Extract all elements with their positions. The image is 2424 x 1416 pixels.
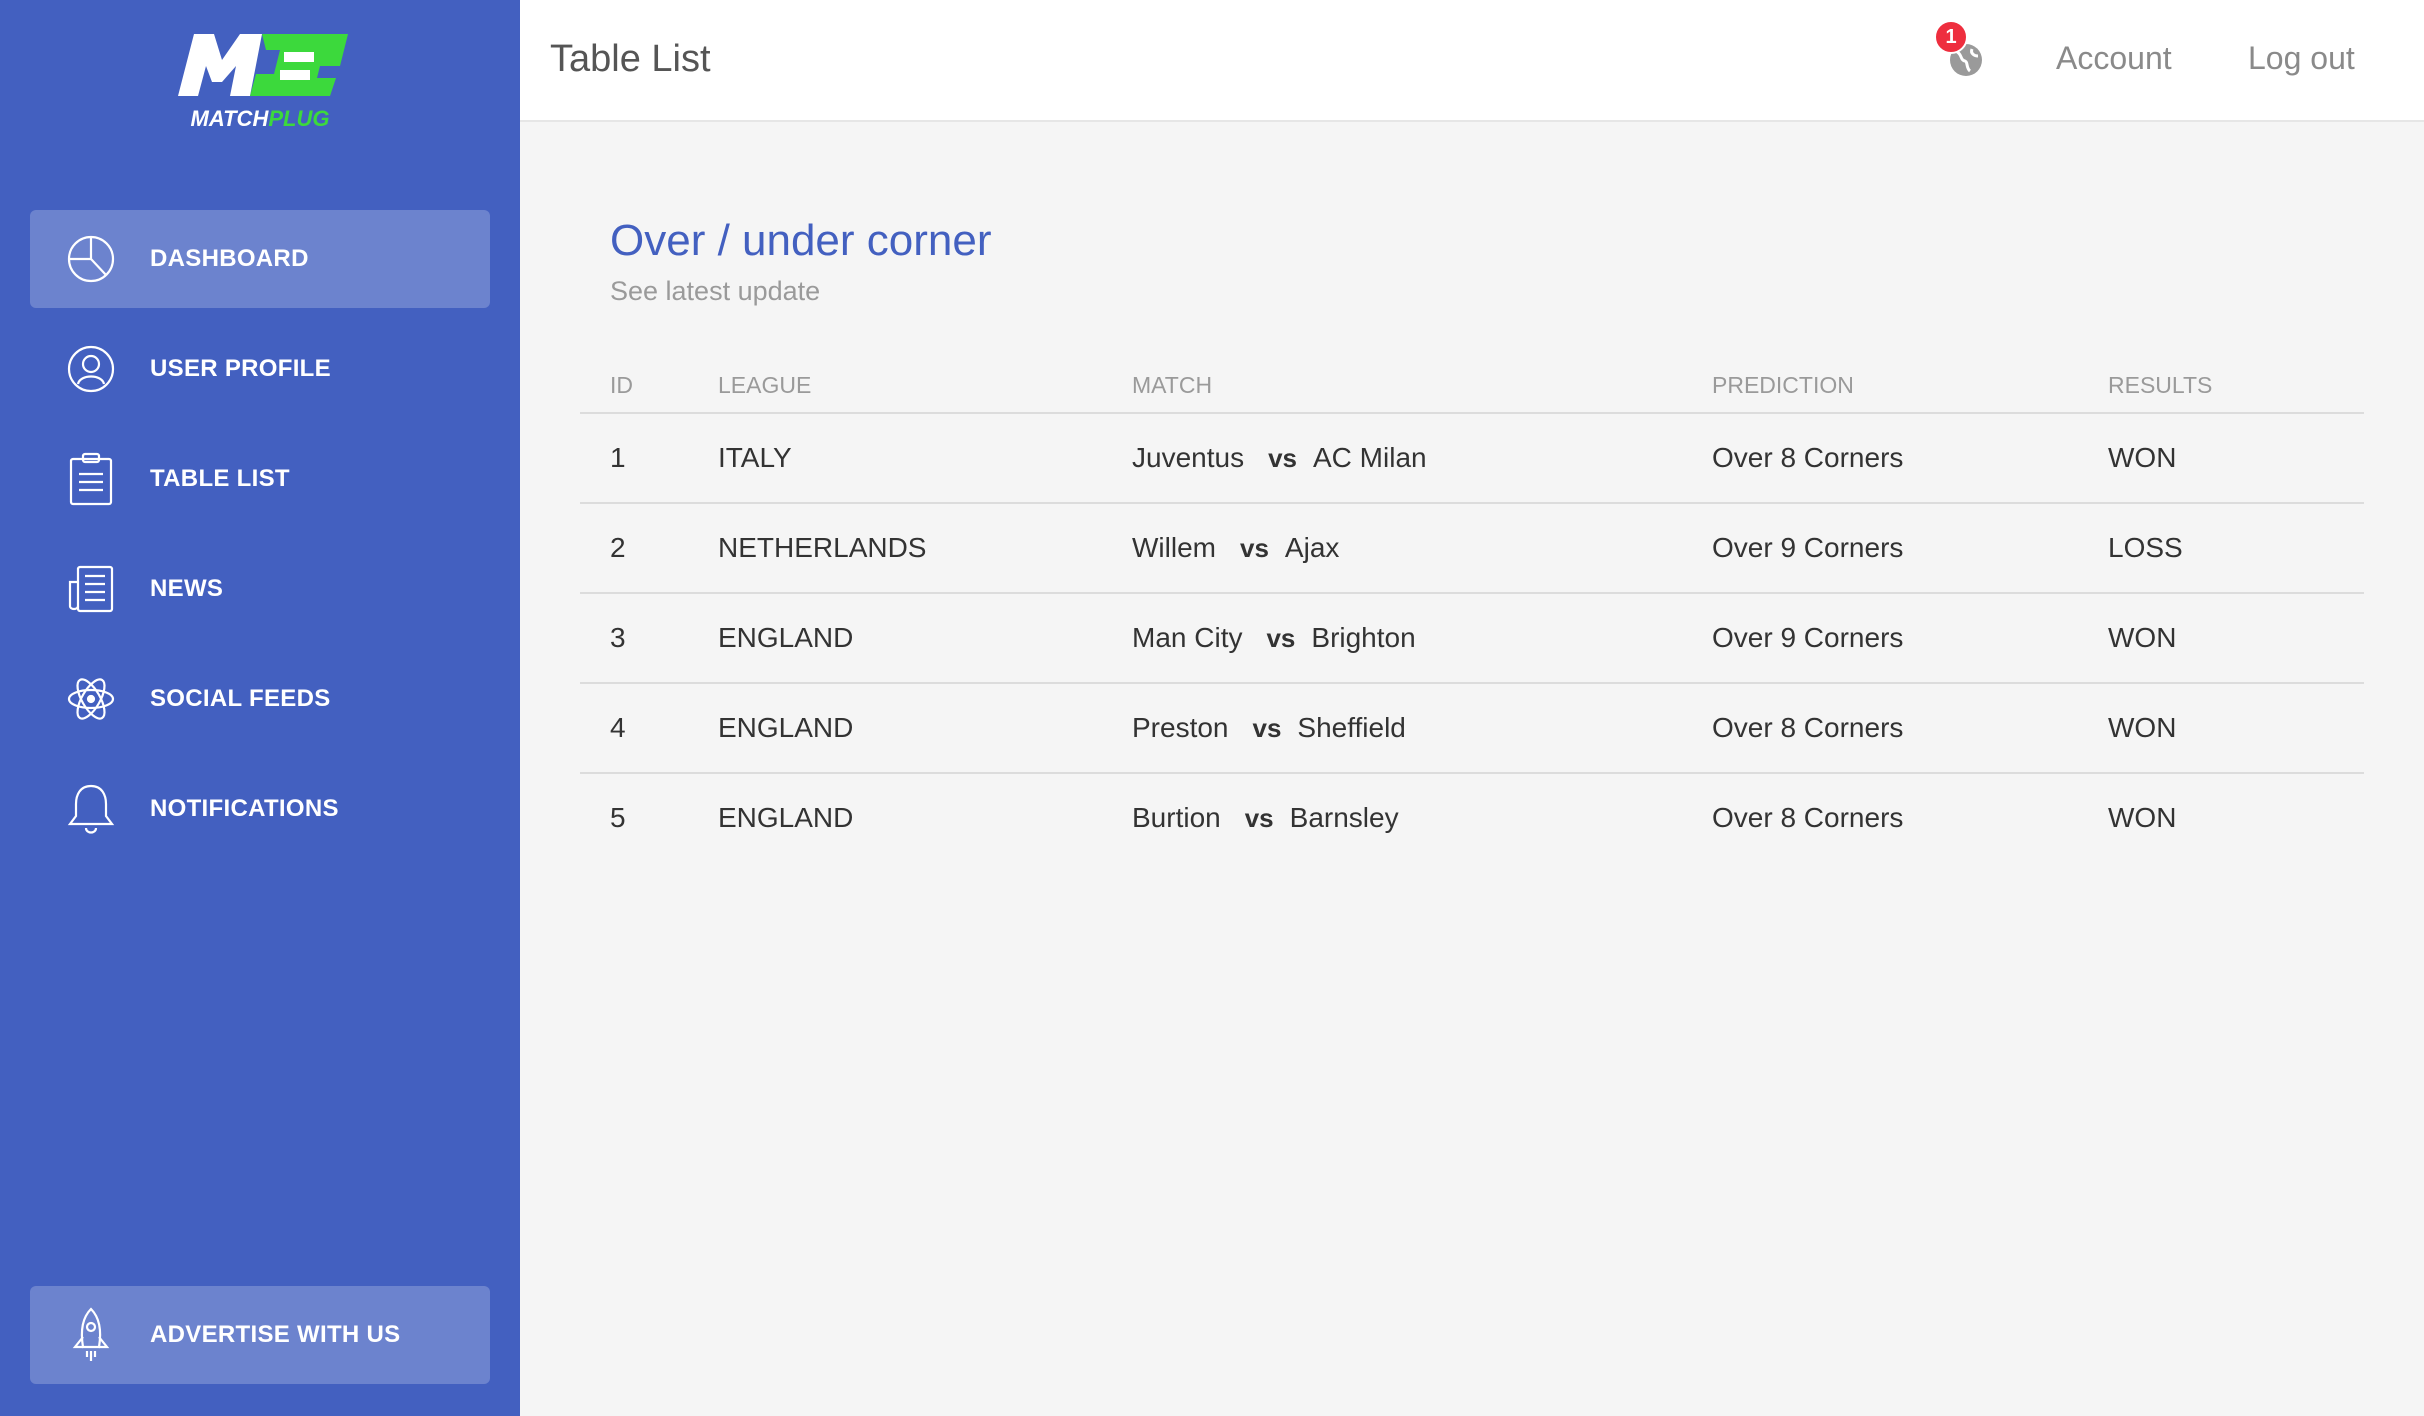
cell-id: 3 <box>610 622 626 653</box>
home-team: Juventus <box>1132 442 1245 473</box>
sidebar-item-label: DASHBOARD <box>150 245 309 272</box>
away-team: Ajax <box>1284 532 1340 563</box>
away-team: Barnsley <box>1289 802 1399 833</box>
section-title: Over / under corner <box>610 216 992 265</box>
matchplug-logo[interactable]: MATCHPLUG <box>170 26 350 136</box>
logo-wordmark: MATCHPLUG <box>190 106 330 131</box>
cell-league: ENGLAND <box>718 802 854 833</box>
cell-league: NETHERLANDS <box>718 532 927 563</box>
cell-league: ENGLAND <box>718 712 854 743</box>
away-team: Sheffield <box>1297 712 1406 743</box>
column-header-prediction: PREDICTION <box>1712 372 1854 398</box>
table-row: 4 ENGLAND Preston vs Sheffield Over 8 Corn… <box>580 684 2364 774</box>
sidebar-item-label: SOCIAL FEEDS <box>150 685 331 712</box>
cell-league: ENGLAND <box>718 622 854 653</box>
rocket-icon <box>64 1307 118 1362</box>
user-icon <box>64 342 118 396</box>
vs-label: vs <box>1252 713 1282 743</box>
column-header-match: MATCH <box>1132 372 1213 398</box>
advertise-button[interactable]: ADVERTISE WITH US <box>30 1286 490 1384</box>
cell-id: 1 <box>610 442 626 473</box>
bell-icon <box>64 782 118 836</box>
table-body: 1 ITALY Juventus vs AC Milan Over 8 Corner… <box>580 414 2364 862</box>
notification-badge: 1 <box>1934 20 1968 54</box>
table-row: 5 ENGLAND Burtion vs Barnsley Over 8 Corne… <box>580 774 2364 862</box>
vs-label: vs <box>1266 623 1296 653</box>
account-link[interactable]: Account <box>2056 40 2172 77</box>
home-team: Burtion <box>1132 802 1221 833</box>
advertise-label: ADVERTISE WITH US <box>150 1321 401 1348</box>
cell-prediction: Over 8 Corners <box>1712 442 1904 473</box>
clipboard-icon <box>64 452 118 506</box>
pie-chart-icon <box>64 232 118 286</box>
sidebar: MATCHPLUG DASHBOARD USER PROFILE TABLE L… <box>0 0 520 1416</box>
sidebar-item-table-list[interactable]: TABLE LIST <box>30 430 490 528</box>
home-team: Willem <box>1132 532 1216 563</box>
column-header-league: LEAGUE <box>718 372 812 398</box>
home-team: Preston <box>1132 712 1229 743</box>
cell-id: 2 <box>610 532 626 563</box>
sidebar-item-label: TABLE LIST <box>150 465 290 492</box>
sidebar-item-label: NOTIFICATIONS <box>150 795 339 822</box>
cell-id: 5 <box>610 802 626 833</box>
sidebar-item-label: USER PROFILE <box>150 355 331 382</box>
column-header-id: ID <box>610 372 633 398</box>
cell-result: LOSS <box>2108 532 2183 563</box>
section-subtitle: See latest update <box>610 276 821 306</box>
logo-mark-icon <box>178 34 348 96</box>
cell-result: WON <box>2108 622 2177 653</box>
vs-label: vs <box>1244 803 1274 833</box>
cell-match: Willem vs Ajax <box>1132 532 1339 564</box>
cell-id: 4 <box>610 712 626 743</box>
cell-prediction: Over 9 Corners <box>1712 622 1904 653</box>
atom-icon <box>64 672 118 726</box>
vs-label: vs <box>1268 443 1297 473</box>
sidebar-item-label: NEWS <box>150 575 224 602</box>
sidebar-item-dashboard[interactable]: DASHBOARD <box>30 210 490 308</box>
predictions-table: ID LEAGUE MATCH PREDICTION RESULTS 1 ITA… <box>580 360 2364 862</box>
logout-link[interactable]: Log out <box>2248 40 2355 77</box>
column-header-results: RESULTS <box>2108 372 2213 398</box>
away-team: AC Milan <box>1313 442 1427 473</box>
table-row: 1 ITALY Juventus vs AC Milan Over 8 Corner… <box>580 414 2364 504</box>
cell-match: Juventus vs AC Milan <box>1132 442 1427 474</box>
cell-result: WON <box>2108 802 2177 833</box>
cell-prediction: Over 8 Corners <box>1712 712 1904 743</box>
cell-match: Man City vs Brighton <box>1132 622 1416 654</box>
cell-result: WON <box>2108 442 2177 473</box>
page-title: Table List <box>550 38 711 80</box>
table-row: 2 NETHERLANDS Willem vs Ajax Over 9 Corner… <box>580 504 2364 594</box>
cell-prediction: Over 9 Corners <box>1712 532 1904 563</box>
away-team: Brighton <box>1311 622 1416 653</box>
cell-league: ITALY <box>718 442 792 473</box>
cell-match: Burtion vs Barnsley <box>1132 802 1399 834</box>
vs-label: vs <box>1240 533 1269 563</box>
sidebar-item-social-feeds[interactable]: SOCIAL FEEDS <box>30 650 490 748</box>
table-header: ID LEAGUE MATCH PREDICTION RESULTS <box>580 360 2364 414</box>
cell-prediction: Over 8 Corners <box>1712 802 1904 833</box>
cell-match: Preston vs Sheffield <box>1132 712 1406 744</box>
sidebar-item-user-profile[interactable]: USER PROFILE <box>30 320 490 418</box>
sidebar-item-news[interactable]: NEWS <box>30 540 490 638</box>
home-team: Man City <box>1132 622 1243 653</box>
newspaper-icon <box>64 562 118 616</box>
top-navbar: Table List 1 Account Log out <box>520 0 2424 122</box>
cell-result: WON <box>2108 712 2177 743</box>
table-row: 3 ENGLAND Man City vs Brighton Over 9 Corn… <box>580 594 2364 684</box>
sidebar-item-notifications[interactable]: NOTIFICATIONS <box>30 760 490 858</box>
